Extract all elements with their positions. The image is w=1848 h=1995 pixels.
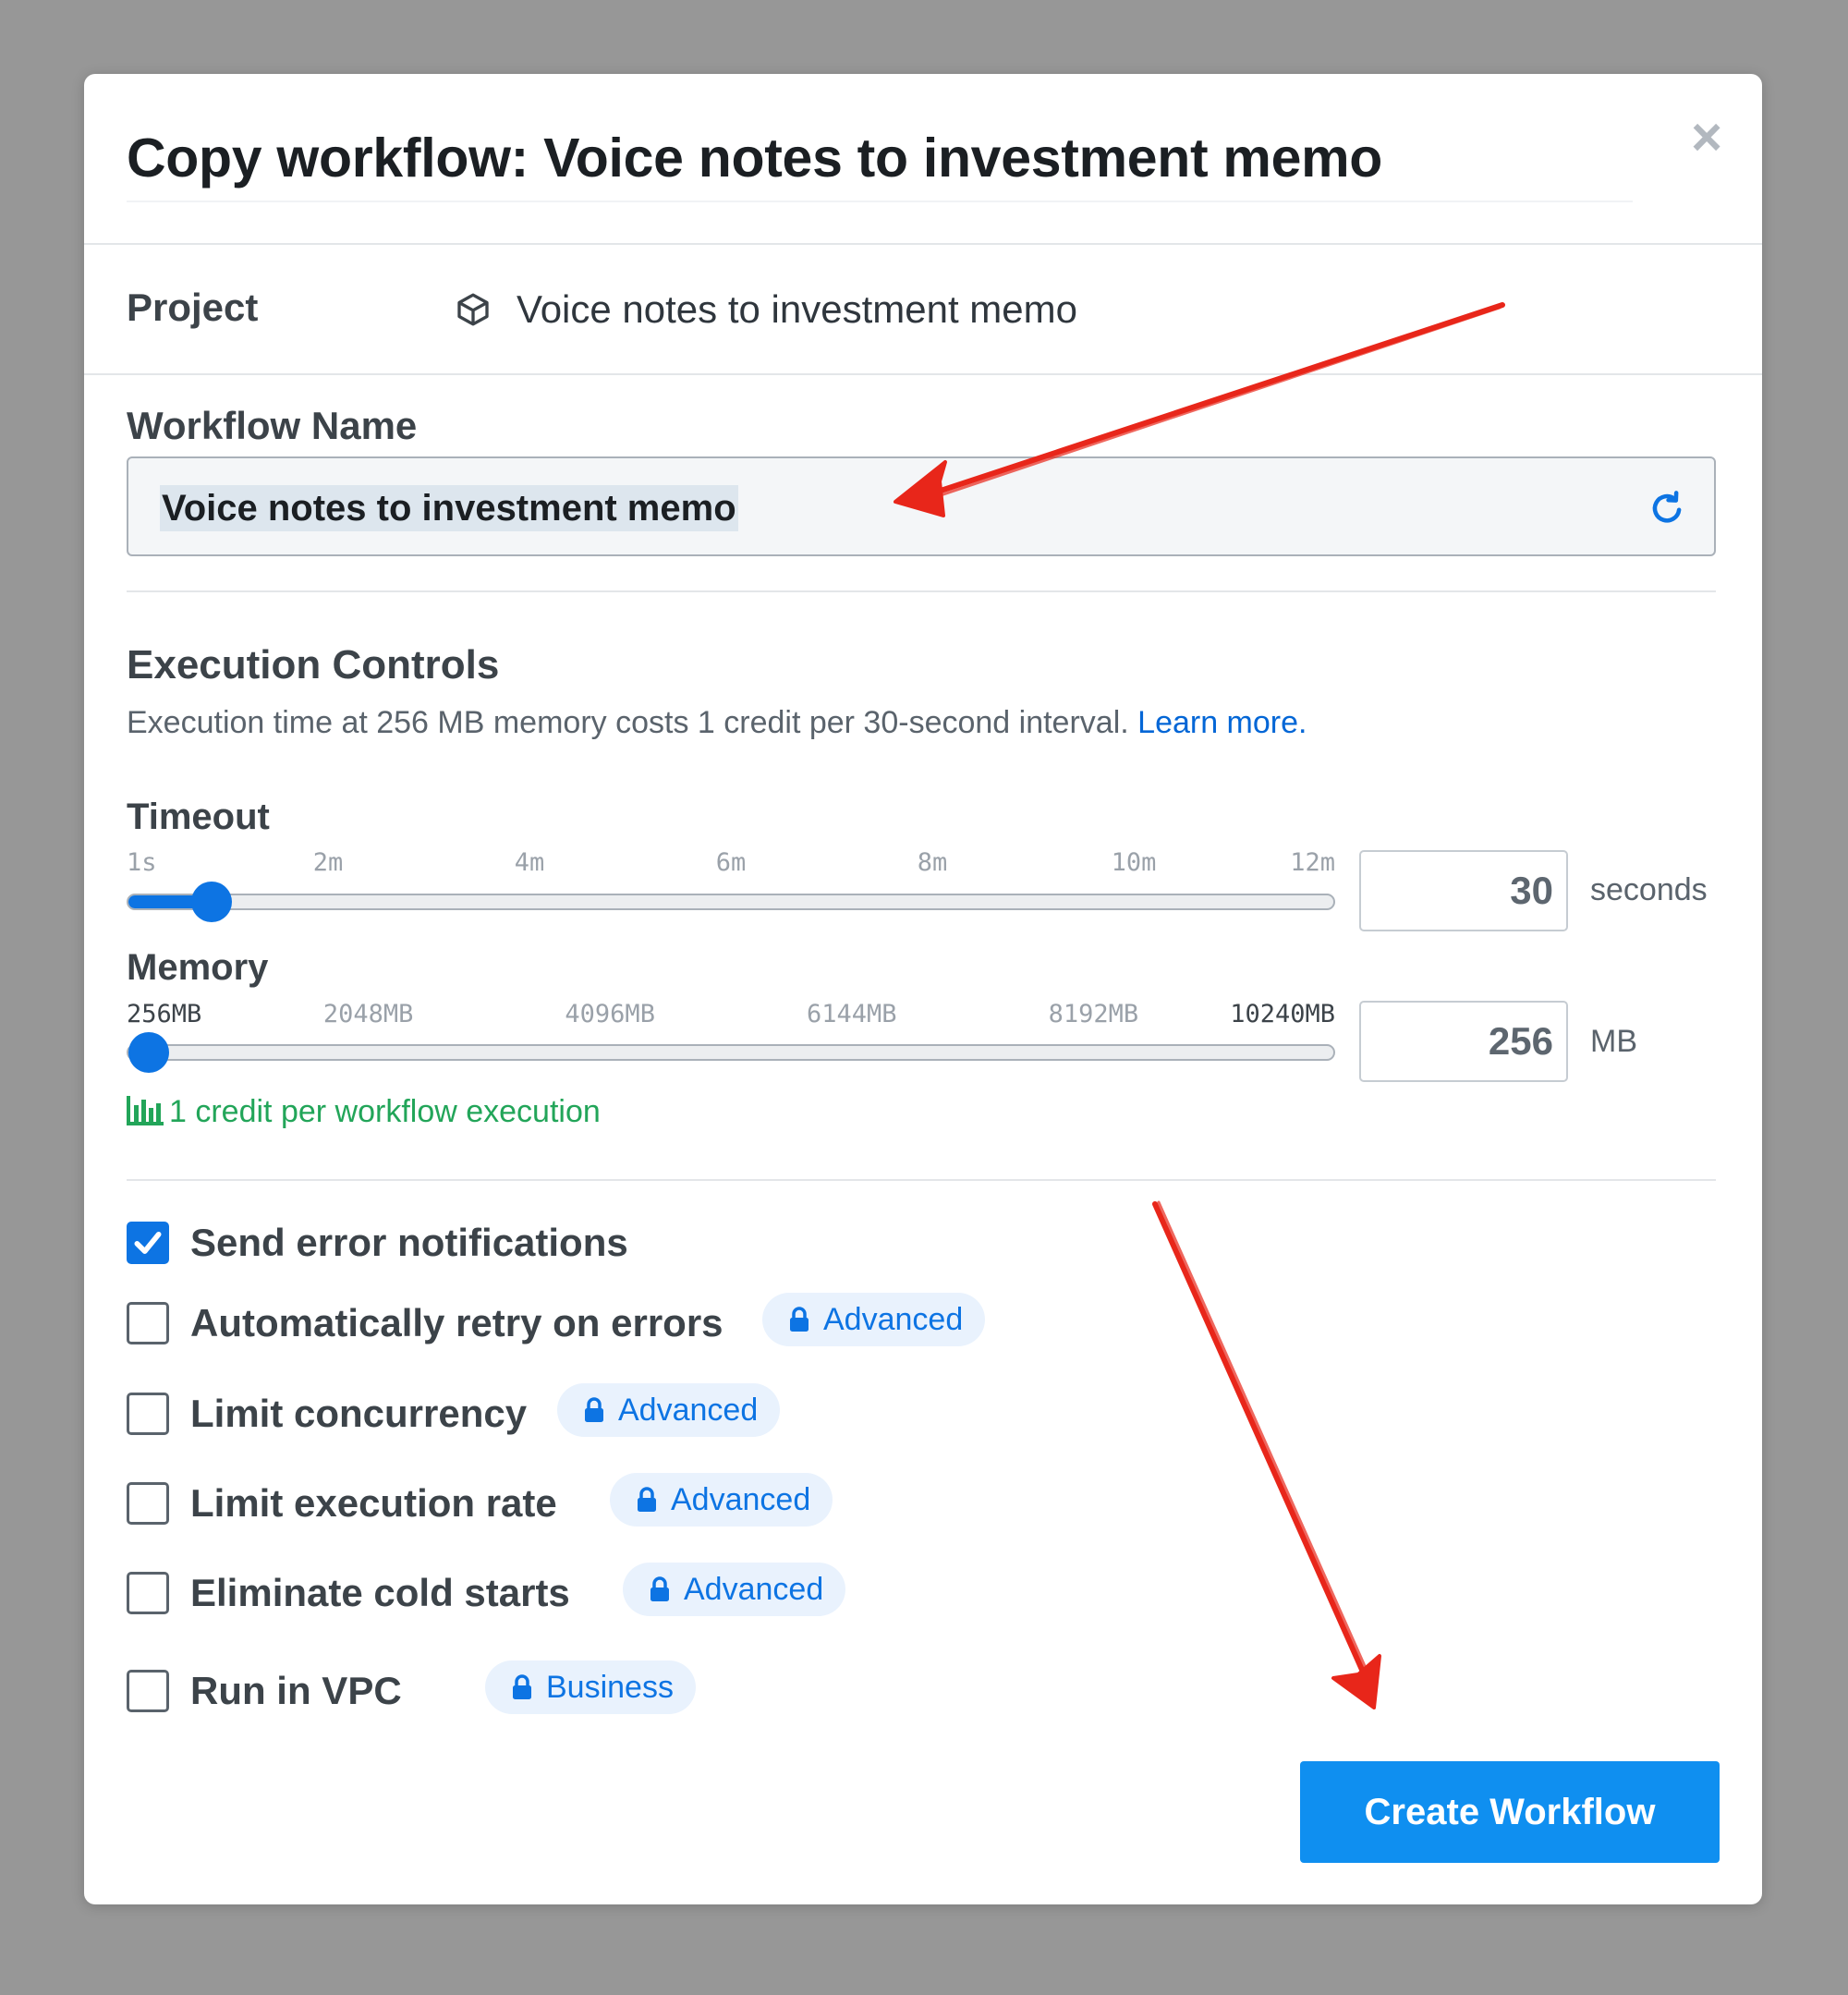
checkbox-send-error-notifications[interactable] [127,1222,169,1264]
timeout-slider[interactable] [127,882,1335,922]
lock-icon [650,1576,669,1601]
refresh-icon[interactable] [1647,489,1686,528]
title-divider [127,201,1633,202]
checkbox-auto-retry[interactable] [127,1302,169,1344]
timeout-slider-thumb[interactable] [191,882,233,922]
memory-slider[interactable] [127,1032,1335,1073]
timeout-tick-label: 6m [715,848,747,877]
cube-icon [457,293,489,326]
checkbox-eliminate-cold-starts[interactable] [127,1572,169,1614]
name-divider [127,590,1716,592]
close-icon[interactable]: × [1678,109,1735,166]
timeout-unit: seconds [1590,872,1708,907]
check-icon [134,1232,162,1254]
timeout-tick-label: 12m [1290,848,1335,877]
project-label: Project [127,286,259,329]
checkbox-limit-concurrency[interactable] [127,1393,169,1435]
controls-divider [127,1179,1716,1181]
lock-icon [513,1674,531,1699]
option-label: Automatically retry on errors [190,1301,723,1344]
modal-title: Copy workflow: Voice notes to investment… [127,128,1382,189]
checkbox-run-in-vpc[interactable] [127,1670,169,1712]
copy-workflow-modal: Copy workflow: Voice notes to investment… [84,74,1762,1904]
execution-description: Execution time at 256 MB memory costs 1 … [127,705,1307,740]
memory-label: Memory [127,947,269,988]
lock-icon [585,1397,603,1422]
credit-note: 1 credit per workflow execution [127,1094,601,1130]
memory-tick-label: 4096MB [565,1000,655,1028]
workflow-name-input[interactable]: Voice notes to investment memo [127,456,1716,556]
advanced-badge[interactable]: Advanced [762,1293,986,1346]
advanced-badge[interactable]: Advanced [610,1473,833,1527]
memory-tick-label: 6144MB [807,1000,897,1028]
option-label: Run in VPC [190,1669,402,1712]
option-label: Limit concurrency [190,1392,528,1435]
memory-tick-label: 256MB [127,1000,202,1028]
execution-controls-title: Execution Controls [127,642,500,687]
advanced-badge[interactable]: Advanced [623,1563,846,1616]
create-workflow-button[interactable]: Create Workflow [1300,1761,1720,1863]
workflow-name-label: Workflow Name [127,404,418,447]
header-divider [84,243,1762,245]
memory-slider-thumb[interactable] [128,1032,169,1073]
timeout-label: Timeout [127,797,270,837]
timeout-input[interactable]: 30 [1359,850,1568,931]
option-label: Limit execution rate [190,1481,557,1525]
option-label: Send error notifications [190,1221,628,1264]
lock-icon [790,1307,808,1332]
credit-note-text: 1 credit per workflow execution [169,1094,601,1129]
memory-input[interactable]: 256 [1359,1001,1568,1082]
lock-icon [638,1487,656,1512]
timeout-tick-label: 2m [312,848,344,877]
memory-unit: MB [1590,1024,1637,1059]
memory-tick-label: 8192MB [1048,1000,1139,1028]
memory-tick-label: 10240MB [1230,1000,1335,1028]
timeout-tick-label: 1s [127,848,157,877]
advanced-badge[interactable]: Advanced [557,1383,781,1437]
checkbox-limit-execution-rate[interactable] [127,1482,169,1525]
business-badge[interactable]: Business [485,1660,696,1714]
project-divider [84,373,1762,375]
workflow-name-value[interactable]: Voice notes to investment memo [160,485,738,531]
timeout-tick-label: 8m [917,848,948,877]
project-value: Voice notes to investment memo [517,287,1077,331]
memory-tick-label: 2048MB [322,1000,414,1028]
option-label: Eliminate cold starts [190,1571,570,1614]
timeout-tick-label: 4m [514,848,545,877]
bar-chart-icon [127,1096,164,1125]
timeout-tick-label: 10m [1111,848,1157,877]
learn-more-link[interactable]: Learn more. [1137,705,1307,740]
